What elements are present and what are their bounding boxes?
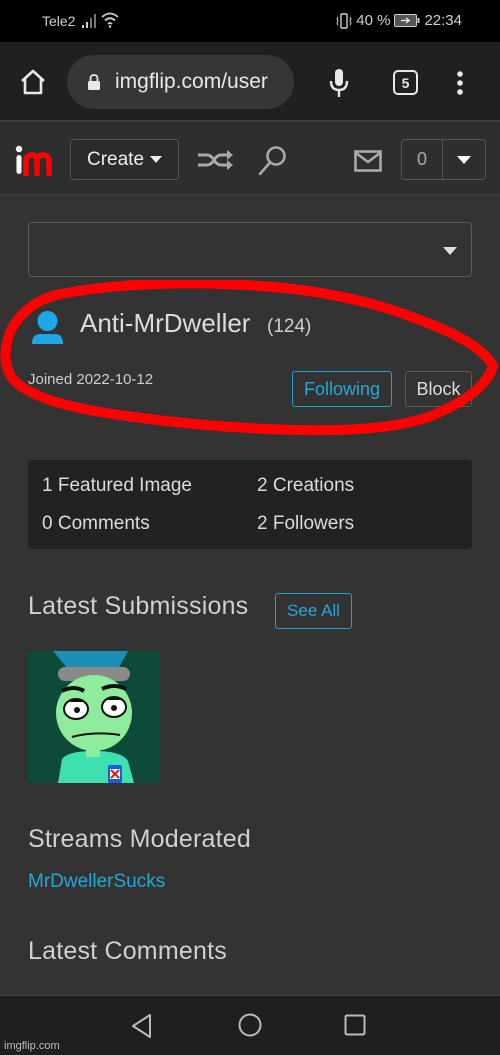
streams-moderated-heading: Streams Moderated (28, 825, 251, 853)
joined-date: Joined 2022-10-12 (28, 371, 154, 388)
following-button[interactable]: Following (292, 371, 392, 407)
create-label: Create (86, 148, 145, 170)
profile-points: (124) (267, 316, 312, 337)
user-menu-dropdown[interactable] (443, 140, 485, 179)
home-circle-icon[interactable] (238, 1013, 262, 1037)
cartoon-character-image (28, 651, 160, 783)
imgflip-logo[interactable] (15, 144, 55, 176)
home-icon[interactable] (18, 67, 48, 97)
notification-count-button[interactable]: 0 (402, 140, 443, 179)
status-bar: Tele2 40 % 22:34 (0, 0, 500, 42)
create-button[interactable]: Create (70, 139, 179, 180)
wifi-icon (101, 12, 119, 28)
tab-switcher-button[interactable]: 5 (393, 70, 418, 95)
status-right: 40 % 22:34 (336, 12, 462, 29)
url-text: imgflip.com/user (115, 70, 268, 93)
profile-stats: 1 Featured Image 2 Creations 0 Comments … (28, 460, 472, 549)
caret-down-icon (443, 247, 457, 255)
battery-percent: 40 % (356, 12, 391, 29)
shuffle-icon[interactable] (197, 147, 235, 173)
recent-apps-icon[interactable] (344, 1014, 366, 1036)
back-icon[interactable] (130, 1013, 154, 1039)
stat-featured-images[interactable]: 1 Featured Image (42, 475, 192, 497)
stat-creations[interactable]: 2 Creations (257, 475, 354, 497)
caret-down-icon (457, 155, 471, 164)
user-avatar-icon (32, 311, 63, 344)
submission-thumbnail[interactable] (28, 651, 160, 783)
block-button[interactable]: Block (405, 371, 472, 407)
microphone-icon[interactable] (328, 68, 350, 98)
system-nav-bar (0, 995, 500, 1055)
vibrate-icon (336, 12, 352, 29)
latest-submissions-heading: Latest Submissions (28, 592, 249, 620)
latest-comments-heading: Latest Comments (28, 937, 227, 965)
imgflip-watermark: imgflip.com (4, 1040, 60, 1052)
stream-link[interactable]: MrDwellerSucks (28, 871, 165, 893)
battery-charging-icon (394, 14, 420, 27)
caret-down-icon (150, 156, 163, 163)
see-all-button[interactable]: See All (275, 593, 352, 629)
clock: 22:34 (424, 12, 462, 29)
stat-comments[interactable]: 0 Comments (42, 513, 150, 535)
red-annotation-circle (0, 280, 498, 436)
carrier-name: Tele2 (42, 13, 76, 29)
stat-followers[interactable]: 2 Followers (257, 513, 354, 535)
user-action-select[interactable] (28, 222, 472, 277)
address-bar[interactable]: imgflip.com/user (67, 55, 294, 109)
lock-icon (88, 74, 100, 90)
notifications-group: 0 (401, 139, 486, 180)
site-header: Create 0 (0, 120, 500, 196)
mail-icon[interactable] (354, 150, 382, 172)
more-menu-icon[interactable] (455, 70, 465, 96)
search-icon[interactable] (257, 145, 287, 177)
profile-username: Anti-MrDweller (80, 308, 251, 338)
signal-icon (82, 14, 96, 28)
browser-toolbar: imgflip.com/user 5 (0, 42, 500, 120)
